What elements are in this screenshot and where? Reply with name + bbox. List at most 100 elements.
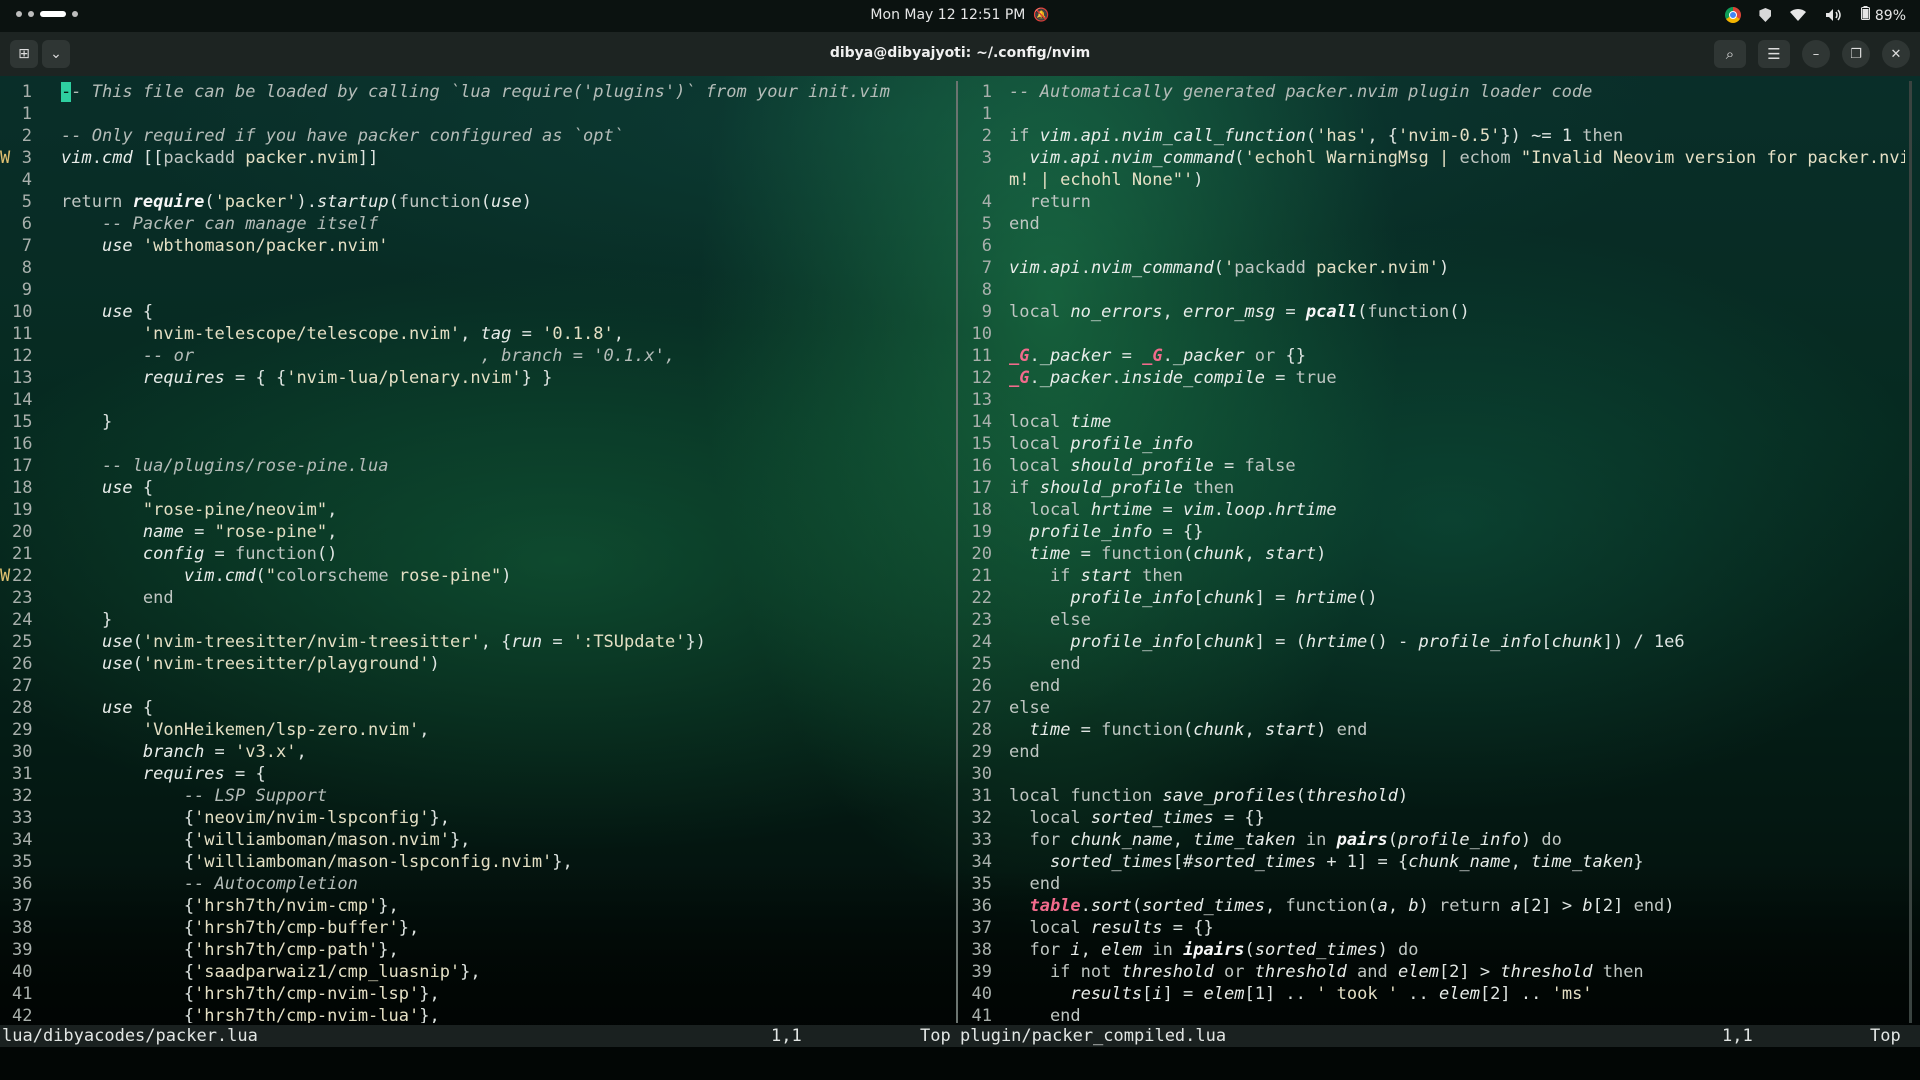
code-line[interactable]: 33 {'neovim/nvim-lspconfig'}, <box>0 807 955 829</box>
code-line[interactable]: 27 <box>0 675 955 697</box>
code-line[interactable]: 34 {'williamboman/mason.nvim'}, <box>0 829 955 851</box>
code-line[interactable]: 26 use('nvim-treesitter/playground') <box>0 653 955 675</box>
code-line[interactable]: 35 {'williamboman/mason-lspconfig.nvim'}… <box>0 851 955 873</box>
code-line[interactable]: 31 local function save_profiles(threshold… <box>960 785 1905 807</box>
code-line[interactable]: 24 profile_info[chunk] = (hrtime() - pro… <box>960 631 1905 653</box>
code-line[interactable]: 21 if start then <box>960 565 1905 587</box>
code-line[interactable]: 1 -- This file can be loaded by calling `… <box>0 81 955 103</box>
code-line[interactable]: 2 if vim.api.nvim_call_function('has', {'… <box>960 125 1905 147</box>
vertical-split-divider[interactable] <box>956 81 958 1023</box>
code-line[interactable]: 1 <box>960 103 1905 125</box>
code-line[interactable]: 1 -- Automatically generated packer.nvim … <box>960 81 1905 103</box>
code-line[interactable]: 30 <box>960 763 1905 785</box>
code-line[interactable]: 4 <box>0 169 955 191</box>
code-line[interactable]: 19 "rose-pine/neovim", <box>0 499 955 521</box>
code-line[interactable]: 33 for chunk_name, time_taken in pairs(p… <box>960 829 1905 851</box>
code-line[interactable]: 17 -- lua/plugins/rose-pine.lua <box>0 455 955 477</box>
code-line[interactable]: 5 return require('packer').startup(functi… <box>0 191 955 213</box>
code-line[interactable]: 10 <box>960 323 1905 345</box>
code-line[interactable]: 38 for i, elem in ipairs(sorted_times) d… <box>960 939 1905 961</box>
code-line[interactable]: 38 {'hrsh7th/cmp-buffer'}, <box>0 917 955 939</box>
code-line[interactable]: 14 local time <box>960 411 1905 433</box>
code-line[interactable]: 23 end <box>0 587 955 609</box>
code-line[interactable]: 9 local no_errors, error_msg = pcall(func… <box>960 301 1905 323</box>
code-line[interactable]: 7 vim.api.nvim_command('packadd packer.nv… <box>960 257 1905 279</box>
minimize-icon[interactable]: – <box>1802 40 1830 68</box>
code-line[interactable]: 36 -- Autocompletion <box>0 873 955 895</box>
code-line[interactable]: 19 profile_info = {} <box>960 521 1905 543</box>
code-line[interactable]: 22 profile_info[chunk] = hrtime() <box>960 587 1905 609</box>
code-line[interactable]: 18 local hrtime = vim.loop.hrtime <box>960 499 1905 521</box>
code-line[interactable]: 32 local sorted_times = {} <box>960 807 1905 829</box>
code-line[interactable]: 16 <box>0 433 955 455</box>
wifi-icon[interactable] <box>1789 8 1807 22</box>
code-line[interactable]: 8 <box>0 257 955 279</box>
battery-status[interactable]: 89% <box>1861 6 1906 24</box>
command-line[interactable] <box>0 1047 1920 1080</box>
chrome-icon[interactable] <box>1725 7 1742 23</box>
right-editor-pane[interactable]: 1 -- Automatically generated packer.nvim … <box>960 81 1905 1023</box>
code-line[interactable]: 11 'nvim-telescope/telescope.nvim', tag … <box>0 323 955 345</box>
code-line[interactable]: 34 sorted_times[#sorted_times + 1] = {ch… <box>960 851 1905 873</box>
code-line[interactable]: 24 } <box>0 609 955 631</box>
code-line[interactable]: 6 -- Packer can manage itself <box>0 213 955 235</box>
code-line[interactable]: W 3 vim.cmd [[packadd packer.nvim]] <box>0 147 955 169</box>
close-icon[interactable]: ✕ <box>1882 40 1910 68</box>
left-editor-pane[interactable]: 1 -- This file can be loaded by calling `… <box>0 81 955 1023</box>
code-line[interactable]: 15 local profile_info <box>960 433 1905 455</box>
code-line[interactable]: 31 requires = { <box>0 763 955 785</box>
volume-icon[interactable] <box>1825 8 1843 22</box>
search-icon[interactable]: ⌕ <box>1714 40 1746 68</box>
code-line[interactable]: 13 <box>960 389 1905 411</box>
code-line[interactable]: 15 } <box>0 411 955 433</box>
code-line[interactable]: 37 local results = {} <box>960 917 1905 939</box>
code-line[interactable]: 9 <box>0 279 955 301</box>
code-line[interactable]: 13 requires = { {'nvim-lua/plenary.nvim'… <box>0 367 955 389</box>
code-line[interactable]: 21 config = function() <box>0 543 955 565</box>
code-line[interactable]: 7 use 'wbthomason/packer.nvim' <box>0 235 955 257</box>
code-line[interactable]: 5 end <box>960 213 1905 235</box>
code-line[interactable]: 20 time = function(chunk, start) <box>960 543 1905 565</box>
code-line[interactable]: 6 <box>960 235 1905 257</box>
code-line[interactable]: 28 time = function(chunk, start) end <box>960 719 1905 741</box>
code-line[interactable]: 29 'VonHeikemen/lsp-zero.nvim', <box>0 719 955 741</box>
code-line[interactable]: 20 name = "rose-pine", <box>0 521 955 543</box>
code-line[interactable]: 4 return <box>960 191 1905 213</box>
clock[interactable]: Mon May 12 12:51 PM 🔕 <box>0 7 1920 23</box>
code-line[interactable]: 39 {'hrsh7th/cmp-path'}, <box>0 939 955 961</box>
code-line[interactable]: 16 local should_profile = false <box>960 455 1905 477</box>
code-line[interactable]: 29 end <box>960 741 1905 763</box>
code-line[interactable]: 1 <box>0 103 955 125</box>
code-line[interactable]: m! | echohl None"') <box>960 169 1905 191</box>
shield-icon[interactable] <box>1759 8 1772 22</box>
code-line[interactable]: 39 if not threshold or threshold and ele… <box>960 961 1905 983</box>
code-line[interactable]: 32 -- LSP Support <box>0 785 955 807</box>
code-line[interactable]: 42 {'hrsh7th/cmp-nvim-lua'}, <box>0 1005 955 1023</box>
code-line[interactable]: 11 _G._packer = _G._packer or {} <box>960 345 1905 367</box>
code-line[interactable]: 25 end <box>960 653 1905 675</box>
code-line[interactable]: 25 use('nvim-treesitter/nvim-treesitter'… <box>0 631 955 653</box>
code-line[interactable]: 28 use { <box>0 697 955 719</box>
code-line[interactable]: 40 results[i] = elem[1] .. ' took ' .. e… <box>960 983 1905 1005</box>
code-line[interactable]: 18 use { <box>0 477 955 499</box>
maximize-icon[interactable]: ❐ <box>1842 40 1870 68</box>
menu-icon[interactable]: ☰ <box>1758 40 1790 68</box>
code-line[interactable]: 26 end <box>960 675 1905 697</box>
code-line[interactable]: 41 end <box>960 1005 1905 1023</box>
code-line[interactable]: W 22 vim.cmd("colorscheme rose-pine") <box>0 565 955 587</box>
code-line[interactable]: 12 -- or , branch = '0.1.x', <box>0 345 955 367</box>
scrollbar[interactable] <box>1909 81 1912 1023</box>
code-line[interactable]: 10 use { <box>0 301 955 323</box>
code-line[interactable]: 30 branch = 'v3.x', <box>0 741 955 763</box>
code-line[interactable]: 23 else <box>960 609 1905 631</box>
code-line[interactable]: 3 vim.api.nvim_command('echohl WarningMs… <box>960 147 1905 169</box>
code-line[interactable]: 12 _G._packer.inside_compile = true <box>960 367 1905 389</box>
code-line[interactable]: 40 {'saadparwaiz1/cmp_luasnip'}, <box>0 961 955 983</box>
code-line[interactable]: 36 table.sort(sorted_times, function(a, … <box>960 895 1905 917</box>
code-line[interactable]: 27 else <box>960 697 1905 719</box>
code-line[interactable]: 8 <box>960 279 1905 301</box>
code-line[interactable]: 14 <box>0 389 955 411</box>
code-line[interactable]: 35 end <box>960 873 1905 895</box>
code-line[interactable]: 37 {'hrsh7th/nvim-cmp'}, <box>0 895 955 917</box>
code-line[interactable]: 17 if should_profile then <box>960 477 1905 499</box>
